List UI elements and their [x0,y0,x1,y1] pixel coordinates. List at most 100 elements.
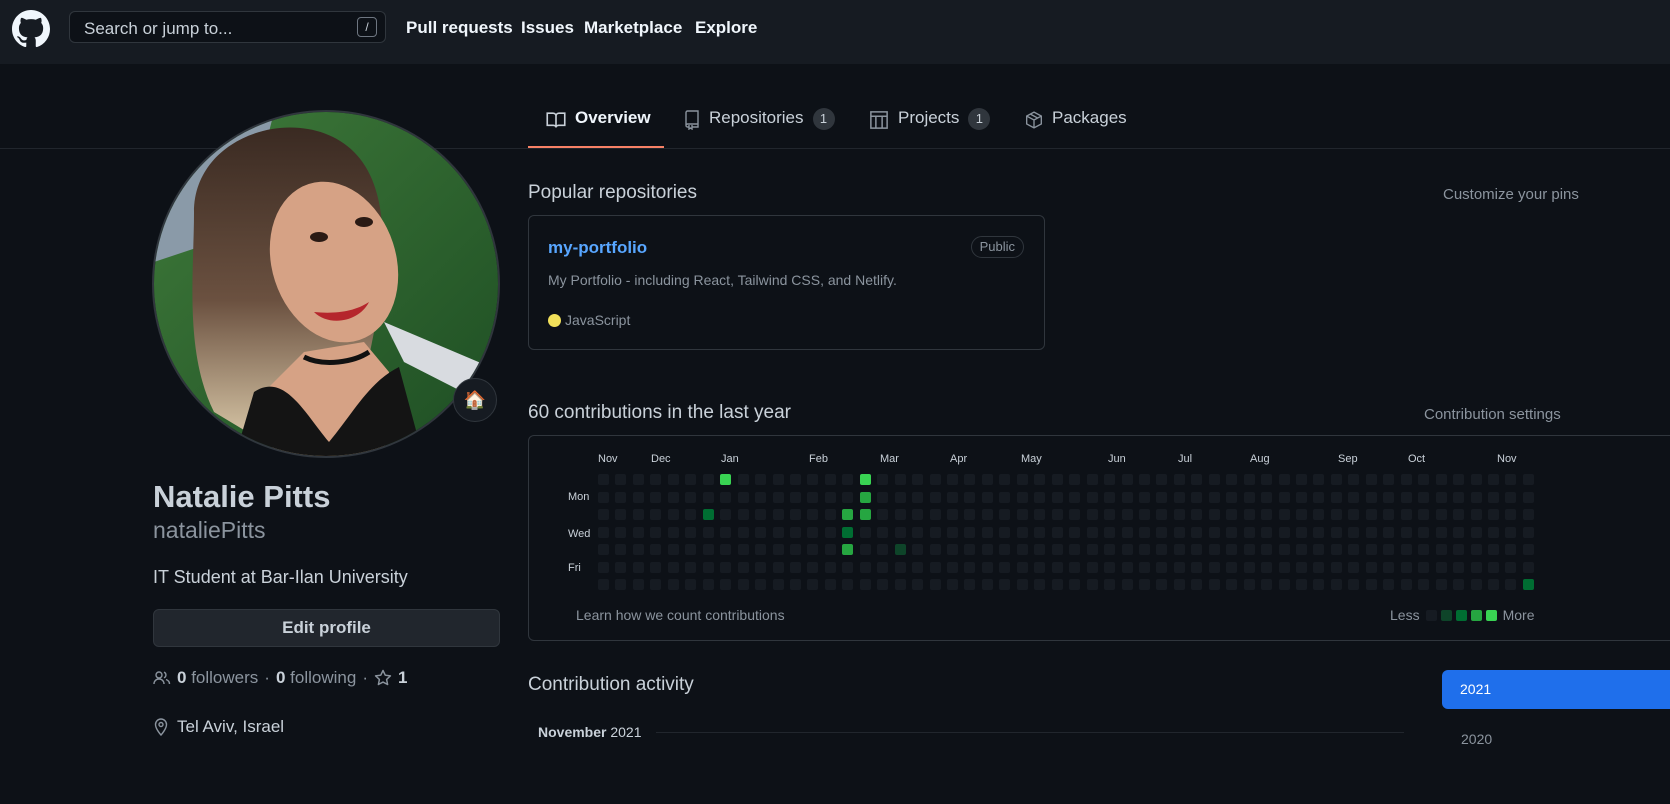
contribution-cell[interactable] [1313,561,1325,573]
contribution-cell[interactable] [1051,509,1063,520]
contribution-cell[interactable] [685,509,697,520]
contribution-cell[interactable] [737,579,749,590]
contribution-cell[interactable] [1156,526,1168,538]
contribution-cell[interactable] [1261,491,1273,503]
contribution-cell[interactable] [1034,579,1046,590]
contribution-cell[interactable] [1383,491,1395,503]
contribution-cell[interactable] [1069,474,1081,485]
contribution-cell[interactable] [1400,561,1412,573]
contribution-cell[interactable] [1261,474,1273,485]
contribution-cell[interactable] [1034,561,1046,573]
contribution-cell[interactable] [755,509,767,520]
contribution-cell[interactable] [772,526,784,538]
contribution-cell[interactable] [598,526,609,538]
contribution-cell[interactable] [1208,509,1220,520]
contribution-cell[interactable] [737,544,749,555]
contribution-cell[interactable] [894,526,906,538]
contribution-cell[interactable] [894,561,906,573]
contribution-cell[interactable] [1418,491,1430,503]
contribution-cell[interactable] [1208,491,1220,503]
contribution-cell[interactable] [1261,544,1273,555]
contribution-cell[interactable] [912,579,924,590]
contribution-cell[interactable] [981,491,993,503]
contribution-cell[interactable] [1226,579,1238,590]
contribution-cell[interactable] [1261,561,1273,573]
contribution-cell[interactable] [1487,561,1499,573]
contribution-cell[interactable] [650,509,662,520]
contribution-cell[interactable] [824,474,836,485]
contribution-cell[interactable] [1296,474,1307,485]
contribution-cell[interactable] [702,491,714,503]
contribution-cell[interactable] [1104,509,1116,520]
contribution-cell[interactable] [824,526,836,538]
contribution-cell[interactable] [632,474,644,485]
contribution-cell[interactable] [1016,491,1028,503]
contribution-cell[interactable] [632,526,644,538]
contribution-cell[interactable] [1296,579,1307,590]
contribution-cell[interactable] [1069,579,1081,590]
contribution-cell[interactable] [929,544,941,555]
contribution-cell[interactable] [1034,491,1046,503]
contribution-cell[interactable] [912,491,924,503]
contribution-cell[interactable] [737,509,749,520]
contribution-cell[interactable] [1278,544,1290,555]
contribution-cell[interactable] [1365,544,1377,555]
contribution-cell[interactable] [720,544,732,555]
contribution-cell[interactable] [1226,544,1238,555]
contribution-cell[interactable] [1121,474,1133,485]
contribution-cell[interactable] [1104,561,1116,573]
contribution-cell[interactable] [1383,526,1395,538]
contribution-cell[interactable] [598,561,609,573]
contribution-settings-dropdown[interactable]: Contribution settings [1424,406,1561,423]
contribution-cell[interactable] [1069,491,1081,503]
contribution-cell[interactable] [650,544,662,555]
contribution-cell[interactable] [598,474,609,485]
contribution-cell[interactable] [1069,561,1081,573]
contribution-cell[interactable] [929,526,941,538]
contribution-cell[interactable] [1191,526,1203,538]
contribution-cell[interactable] [772,474,784,485]
contribution-cell[interactable] [1418,509,1430,520]
contribution-cell[interactable] [1453,579,1465,590]
nav-pull-requests[interactable]: Pull requests [406,18,513,38]
contribution-cell[interactable] [789,561,801,573]
contribution-cell[interactable] [615,579,627,590]
contribution-cell[interactable] [929,491,941,503]
contribution-cell[interactable] [1330,509,1342,520]
contribution-cell[interactable] [1487,474,1499,485]
contribution-cell[interactable] [772,544,784,555]
contribution-cell[interactable] [947,509,958,520]
following-link[interactable]: 0 following [276,668,356,688]
contribution-cell[interactable] [1243,491,1255,503]
contribution-cell[interactable] [807,491,819,503]
contribution-cell[interactable] [1487,544,1499,555]
contribution-cell[interactable] [1016,526,1028,538]
contribution-cell[interactable] [1400,474,1412,485]
contribution-cell[interactable] [1348,526,1360,538]
contribution-cell[interactable] [1173,474,1185,485]
contribution-cell[interactable] [615,474,627,485]
contribution-cell[interactable] [1435,474,1447,485]
contribution-cell[interactable] [912,544,924,555]
contribution-cell[interactable] [894,474,906,485]
contribution-cell[interactable] [1173,544,1185,555]
contribution-cell[interactable] [894,579,906,590]
contribution-cell[interactable] [1173,561,1185,573]
repo-name-link[interactable]: my-portfolio [548,238,647,258]
contribution-cell[interactable] [824,491,836,503]
contribution-cell[interactable] [772,491,784,503]
contribution-cell[interactable] [1208,526,1220,538]
contribution-cell[interactable] [1191,474,1203,485]
contribution-cell[interactable] [1051,526,1063,538]
tab-repositories[interactable]: Repositories 1 [684,108,835,148]
contribution-cell[interactable] [1365,474,1377,485]
contribution-cell[interactable] [1296,509,1307,520]
contribution-cell[interactable] [1470,526,1482,538]
contribution-cell[interactable] [650,579,662,590]
contribution-cell[interactable] [894,509,906,520]
contribution-cell[interactable] [929,474,941,485]
contribution-cell[interactable] [1453,474,1465,485]
contribution-cell[interactable] [1418,544,1430,555]
contribution-cell[interactable] [1418,474,1430,485]
contribution-cell[interactable] [1191,561,1203,573]
